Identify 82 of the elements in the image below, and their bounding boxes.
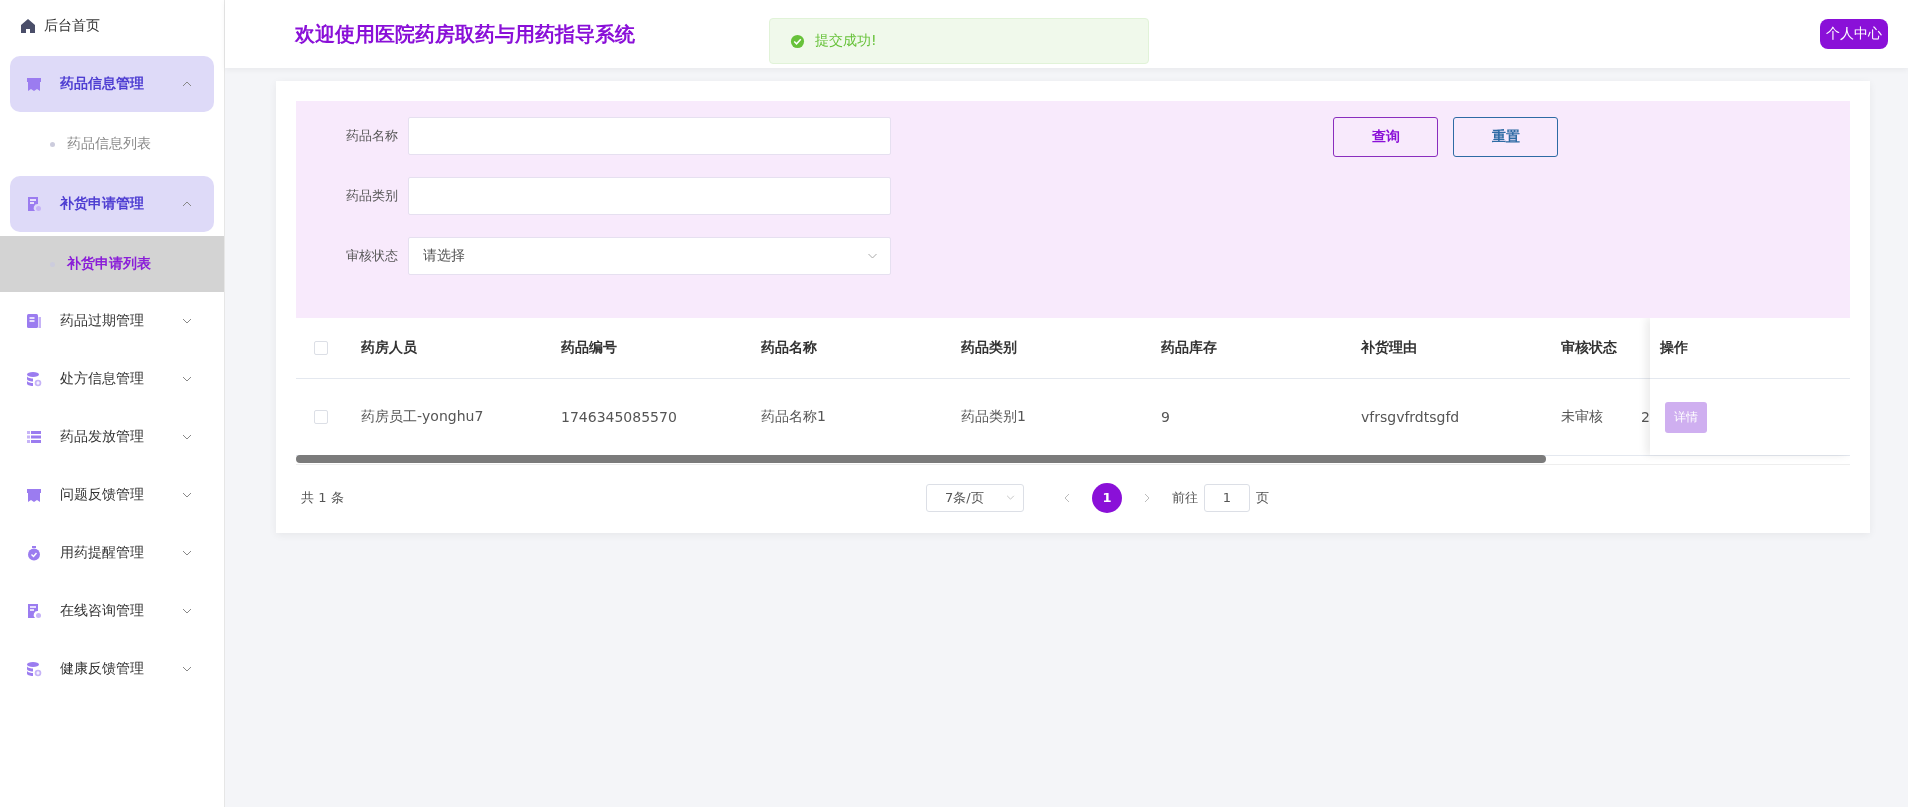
reset-button[interactable]: 重置 bbox=[1453, 117, 1558, 157]
home-menu-item[interactable]: 后台首页 bbox=[0, 0, 224, 52]
column-header: 药品名称 bbox=[761, 339, 817, 355]
menu-label: 健康反馈管理 bbox=[60, 660, 145, 678]
column-header: 补货理由 bbox=[1361, 339, 1417, 355]
column-header: 药品库存 bbox=[1161, 339, 1217, 355]
stopwatch-icon bbox=[26, 545, 42, 561]
chevron-down-icon bbox=[1006, 495, 1015, 500]
submenu-item[interactable]: 补货申请列表 bbox=[0, 236, 224, 292]
document-icon bbox=[26, 196, 42, 212]
input-field[interactable] bbox=[408, 117, 891, 155]
column-header: 药品编号 bbox=[561, 339, 617, 355]
menu-label: 补货申请管理 bbox=[60, 195, 145, 213]
chevron-down-icon bbox=[182, 492, 192, 498]
table-cell: 未审核 bbox=[1561, 408, 1603, 424]
menu-label: 问题反馈管理 bbox=[60, 486, 145, 504]
field-label: 药品类别 bbox=[345, 187, 398, 205]
menu-group[interactable]: 用药提醒管理 bbox=[10, 524, 214, 582]
database-icon bbox=[26, 371, 42, 387]
menu-label: 后台首页 bbox=[44, 17, 100, 35]
page-title: 欢迎使用医院药房取药与用药指导系统 bbox=[295, 20, 635, 48]
total-count: 共 1 条 bbox=[301, 488, 344, 507]
document-icon bbox=[26, 603, 42, 619]
column-header: 药房人员 bbox=[361, 339, 417, 355]
tray-icon bbox=[26, 76, 42, 92]
table-cell: vfrsgvfrdtsgfd bbox=[1361, 409, 1460, 425]
goto-label: 前往 bbox=[1172, 488, 1198, 507]
chevron-down-icon bbox=[182, 550, 192, 556]
submenu-item[interactable]: 药品信息列表 bbox=[0, 116, 224, 172]
chevron-down-icon bbox=[182, 666, 192, 672]
chevron-down-icon bbox=[867, 253, 878, 259]
table-cell: 1746345085570 bbox=[561, 409, 677, 425]
column-header: 操作 bbox=[1660, 339, 1688, 357]
column-header: 药品类别 bbox=[961, 339, 1017, 355]
table-cell: 药品名称1 bbox=[761, 408, 826, 424]
page-number[interactable]: 1 bbox=[1092, 482, 1122, 513]
page-suffix: 页 bbox=[1256, 488, 1269, 507]
menu-label: 处方信息管理 bbox=[60, 370, 145, 388]
tray-icon bbox=[26, 487, 42, 503]
input-field[interactable] bbox=[408, 177, 891, 215]
home-icon bbox=[20, 18, 36, 34]
menu-label: 药品过期管理 bbox=[60, 312, 145, 330]
table-cell: 2 bbox=[1641, 409, 1650, 425]
menu-group[interactable]: 药品信息管理 bbox=[10, 56, 214, 112]
menu-label: 在线咨询管理 bbox=[60, 602, 145, 620]
chevron-down-icon bbox=[182, 318, 192, 324]
select-field[interactable]: 请选择 bbox=[408, 237, 891, 275]
checkbox[interactable] bbox=[314, 410, 328, 424]
database-icon bbox=[26, 661, 42, 677]
scrollbar-thumb[interactable] bbox=[296, 455, 1546, 463]
field-label: 审核状态 bbox=[345, 247, 398, 265]
table-cell: 药品类别1 bbox=[961, 408, 1026, 424]
toast-message: 提交成功! bbox=[815, 32, 877, 50]
checkbox[interactable] bbox=[314, 341, 328, 355]
search-button[interactable]: 查询 bbox=[1333, 117, 1438, 157]
menu-label: 药品发放管理 bbox=[60, 428, 145, 446]
field-label: 药品名称 bbox=[345, 127, 398, 145]
menu-label: 药品信息管理 bbox=[60, 75, 145, 93]
profile-button[interactable]: 个人中心 bbox=[1820, 19, 1888, 49]
chevron-up-icon bbox=[182, 81, 192, 87]
menu-group[interactable]: 在线咨询管理 bbox=[10, 582, 214, 640]
previous-page-icon[interactable] bbox=[1064, 492, 1070, 503]
menu-label: 用药提醒管理 bbox=[60, 544, 145, 562]
chevron-down-icon bbox=[182, 376, 192, 382]
next-page-icon[interactable] bbox=[1144, 492, 1150, 503]
menu-group[interactable]: 问题反馈管理 bbox=[10, 466, 214, 524]
list-icon bbox=[26, 429, 42, 445]
chevron-up-icon bbox=[182, 201, 192, 207]
table-cell: 药房员工-yonghu7 bbox=[361, 408, 484, 424]
column-header: 审核状态 bbox=[1561, 339, 1617, 355]
card-icon bbox=[26, 313, 42, 329]
menu-group[interactable]: 药品发放管理 bbox=[10, 408, 214, 466]
chevron-down-icon bbox=[182, 608, 192, 614]
menu-group[interactable]: 健康反馈管理 bbox=[10, 640, 214, 698]
table-cell: 9 bbox=[1161, 409, 1170, 425]
menu-group[interactable]: 药品过期管理 bbox=[10, 292, 214, 350]
chevron-down-icon bbox=[182, 434, 192, 440]
menu-group[interactable]: 处方信息管理 bbox=[10, 350, 214, 408]
page-size-select[interactable]: 7条/页 bbox=[926, 483, 1024, 512]
menu-group[interactable]: 补货申请管理 bbox=[10, 176, 214, 232]
check-circle-icon bbox=[790, 33, 805, 49]
page-input[interactable]: 1 bbox=[1204, 483, 1250, 512]
